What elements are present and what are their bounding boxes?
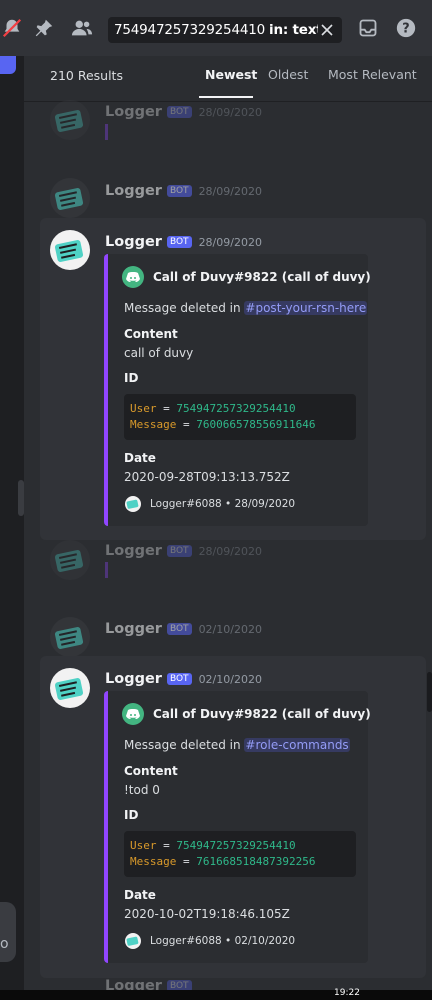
id-codeblock: User = 754947257329254410 Message = 7616…	[124, 831, 356, 877]
author-name[interactable]: Logger	[105, 543, 162, 559]
message-header: Logger BOT 28/09/2020	[105, 104, 262, 120]
embed-accent	[105, 124, 108, 140]
message-embed: Call of Duvy#9822 (call of duvy) Message…	[104, 254, 371, 526]
message-header: Logger BOT 28/09/2020	[105, 543, 262, 559]
active-sort-underline	[199, 96, 253, 98]
avatar[interactable]	[50, 668, 90, 708]
message-timestamp: 02/10/2020	[198, 623, 262, 636]
bot-tag: BOT	[166, 106, 192, 118]
message-id-value: 760066578556911646	[196, 418, 316, 431]
field-value: !tod 0	[124, 783, 160, 797]
code-key: Message	[130, 418, 177, 431]
search-results-window: o 754947257329254410in: text-logs ? 210 …	[0, 0, 432, 1000]
search-result-card[interactable]: Logger BOT 02/10/2020 Call of Duvy#9822 …	[40, 656, 426, 978]
message-timestamp: 28/09/2020	[198, 185, 262, 198]
embed-footer: Logger#6088 • 28/09/2020	[124, 495, 295, 513]
bot-tag: BOT	[166, 673, 192, 685]
server-list-edge: o	[0, 0, 24, 990]
user-panel-glyph: o	[0, 936, 9, 952]
discord-logo-icon	[122, 266, 144, 288]
message-header: Logger BOT 28/09/2020	[105, 183, 262, 199]
field-name: Content	[124, 764, 178, 778]
results-scrollbar[interactable]	[427, 672, 432, 712]
field-value: call of duvy	[124, 346, 194, 360]
message-timestamp: 28/09/2020	[198, 545, 262, 558]
code-key: Message	[130, 855, 177, 868]
embed-description: Message deleted in #post-your-rsn-here	[124, 301, 368, 315]
discord-logo-icon	[122, 703, 144, 725]
sort-tab-most-relevant[interactable]: Most Relevant	[328, 67, 417, 82]
bot-tag: BOT	[166, 236, 192, 248]
field-name: Date	[124, 888, 156, 902]
search-query[interactable]: 754947257329254410in: text-logs	[114, 22, 318, 38]
os-taskbar-edge: 19:22	[0, 988, 432, 1000]
pin-icon[interactable]	[32, 16, 56, 40]
author-name[interactable]: Logger	[105, 234, 162, 250]
field-name: ID	[124, 371, 139, 385]
embed-description: Message deleted in #role-commands	[124, 738, 350, 752]
footer-text: Logger#6088 • 02/10/2020	[150, 935, 296, 947]
field-value: 2020-10-02T19:18:46.105Z	[124, 907, 290, 921]
author-name[interactable]: Logger	[105, 183, 162, 199]
code-key: User	[130, 402, 157, 415]
message-timestamp: 02/10/2020	[198, 673, 262, 686]
message-header: Logger BOT 02/10/2020	[105, 621, 262, 637]
footer-text: Logger#6088 • 28/09/2020	[150, 498, 296, 510]
members-icon[interactable]	[70, 16, 94, 40]
channel-toolbar: 754947257329254410in: text-logs ?	[0, 0, 432, 56]
author-name[interactable]: Logger	[105, 104, 162, 120]
field-name: ID	[124, 808, 139, 822]
description-text: Message deleted in	[124, 738, 241, 752]
message-timestamp: 28/09/2020	[198, 236, 262, 249]
footer-avatar-icon	[124, 495, 142, 513]
channel-mention[interactable]: #role-commands	[244, 738, 350, 752]
sort-tab-oldest[interactable]: Oldest	[268, 67, 308, 82]
user-id-value: 754947257329254410	[176, 839, 296, 852]
clear-search-icon[interactable]	[318, 21, 336, 39]
help-icon[interactable]: ?	[394, 16, 418, 40]
search-result-card[interactable]: Logger BOT 28/09/2020 Call of Duvy#9822 …	[40, 218, 426, 540]
search-filter-text: in: text-logs	[269, 22, 318, 38]
embed-author: Call of Duvy#9822 (call of duvy)	[122, 703, 371, 725]
message-header: Logger BOT 28/09/2020	[105, 234, 262, 250]
message-timestamp: 28/09/2020	[198, 106, 262, 119]
avatar[interactable]	[50, 230, 90, 270]
field-name: Content	[124, 327, 178, 341]
results-count: 210 Results	[50, 68, 123, 83]
field-value: 2020-09-28T09:13:13.752Z	[124, 470, 290, 484]
message-embed: Call of Duvy#9822 (call of duvy) Message…	[104, 691, 371, 963]
author-name[interactable]: Logger	[105, 621, 162, 637]
embed-author: Call of Duvy#9822 (call of duvy)	[122, 266, 371, 288]
sort-tab-newest[interactable]: Newest	[205, 67, 257, 82]
embed-author-name[interactable]: Call of Duvy#9822 (call of duvy)	[153, 270, 371, 284]
inbox-icon[interactable]	[356, 16, 380, 40]
id-codeblock: User = 754947257329254410 Message = 7600…	[124, 394, 356, 440]
user-id-value: 754947257329254410	[176, 402, 296, 415]
author-name[interactable]: Logger	[105, 671, 162, 687]
description-text: Message deleted in	[124, 301, 241, 315]
bot-tag: BOT	[166, 545, 192, 557]
bot-tag: BOT	[166, 623, 192, 635]
footer-avatar-icon	[124, 932, 142, 950]
bot-tag: BOT	[166, 185, 192, 197]
embed-footer: Logger#6088 • 02/10/2020	[124, 932, 295, 950]
muted-notifications-icon[interactable]	[0, 16, 24, 40]
clock-time: 19:22	[334, 988, 360, 998]
code-key: User	[130, 839, 157, 852]
user-panel-edge[interactable]: o	[0, 902, 16, 962]
embed-author-name[interactable]: Call of Duvy#9822 (call of duvy)	[153, 707, 371, 721]
channel-mention[interactable]: #post-your-rsn-here	[244, 301, 368, 315]
message-id-value: 761668518487392256	[196, 855, 316, 868]
field-name: Date	[124, 451, 156, 465]
search-box[interactable]: 754947257329254410in: text-logs	[108, 17, 342, 43]
avatar[interactable]	[50, 540, 90, 580]
message-header: Logger BOT 02/10/2020	[105, 671, 262, 687]
avatar[interactable]	[50, 178, 90, 218]
avatar[interactable]	[50, 617, 90, 657]
avatar[interactable]	[50, 100, 90, 140]
embed-accent	[105, 562, 108, 578]
search-query-text: 754947257329254410	[114, 22, 266, 38]
svg-text:?: ?	[402, 22, 409, 37]
